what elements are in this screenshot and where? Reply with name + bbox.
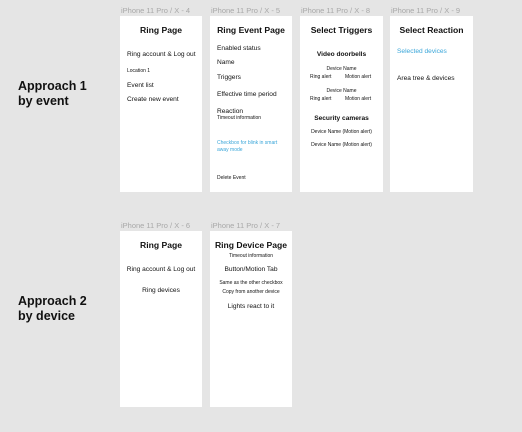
page-title: Ring Event Page <box>217 25 285 35</box>
approach-1-label: Approach 1 by event <box>18 79 118 109</box>
approach-2-line1: Approach 2 <box>18 294 87 308</box>
frame-ring-device-page-x7[interactable]: Ring Device Page Timeout information But… <box>210 231 292 407</box>
area-tree-item[interactable]: Area tree & devices <box>397 75 455 82</box>
page-title: Ring Device Page <box>214 240 288 250</box>
frame-label-x6[interactable]: iPhone 11 Pro / X - 6 <box>121 221 190 230</box>
frame-ring-page-x6[interactable]: Ring Page Ring account & Log out Ring de… <box>120 231 202 407</box>
effective-time-item[interactable]: Effective time period <box>217 91 277 98</box>
ring-account-item[interactable]: Ring account & Log out <box>120 266 202 273</box>
timeout-info-item: Timeout information <box>217 115 261 121</box>
approach-1-line1: Approach 1 <box>18 79 87 93</box>
same-checkbox-note[interactable]: Same as the other checkbox <box>210 280 292 286</box>
security-cameras-heading: Security cameras <box>314 115 369 122</box>
doorbell-1-ring-alert[interactable]: Ring alert <box>310 74 331 80</box>
triggers-item[interactable]: Triggers <box>217 74 241 81</box>
approach-1-line2: by event <box>18 94 69 108</box>
frame-label-x9[interactable]: iPhone 11 Pro / X - 9 <box>391 6 460 15</box>
page-title: Ring Page <box>139 240 183 250</box>
timeout-info-item: Timeout information <box>229 253 273 259</box>
enabled-status-item[interactable]: Enabled status <box>217 45 261 52</box>
event-list-item[interactable]: Event list <box>127 82 154 89</box>
doorbell-2-ring-alert[interactable]: Ring alert <box>310 96 331 102</box>
page-title: Select Reaction <box>399 25 464 35</box>
delete-event-button[interactable]: Delete Event <box>217 175 246 181</box>
doorbell-1-name: Device Name <box>326 66 357 72</box>
frame-label-x5[interactable]: iPhone 11 Pro / X - 5 <box>211 6 280 15</box>
approach-2-line2: by device <box>18 309 75 323</box>
camera-2-item[interactable]: Device Name (Motion alert) <box>300 142 383 148</box>
doorbell-2-name: Device Name <box>326 88 357 94</box>
camera-1-item[interactable]: Device Name (Motion alert) <box>300 129 383 135</box>
frame-label-x7[interactable]: iPhone 11 Pro / X - 7 <box>211 221 280 230</box>
page-title: Ring Page <box>139 25 183 35</box>
frame-label-x4[interactable]: iPhone 11 Pro / X - 4 <box>121 6 190 15</box>
location-item[interactable]: Location 1 <box>127 68 150 74</box>
blink-checkbox-note[interactable]: Checkbox for blink in smart away mode <box>217 140 287 154</box>
doorbell-1-motion-alert[interactable]: Motion alert <box>345 74 371 80</box>
ring-devices-item[interactable]: Ring devices <box>120 287 202 294</box>
ring-account-item[interactable]: Ring account & Log out <box>127 51 196 58</box>
frame-label-x8[interactable]: iPhone 11 Pro / X - 8 <box>301 6 370 15</box>
copy-device-note[interactable]: Copy from another device <box>210 289 292 295</box>
create-event-item[interactable]: Create new event <box>127 96 179 103</box>
reaction-item[interactable]: Reaction <box>217 108 243 115</box>
video-doorbells-heading: Video doorbells <box>316 51 367 58</box>
frame-ring-page-x4[interactable]: Ring Page Ring account & Log out Locatio… <box>120 16 202 192</box>
doorbell-2-motion-alert[interactable]: Motion alert <box>345 96 371 102</box>
frame-select-triggers-x8[interactable]: Select Triggers Video doorbells Device N… <box>300 16 383 192</box>
frame-ring-event-page-x5[interactable]: Ring Event Page Enabled status Name Trig… <box>210 16 292 192</box>
frame-select-reaction-x9[interactable]: Select Reaction Selected devices Area tr… <box>390 16 473 192</box>
page-title: Select Triggers <box>310 25 373 35</box>
approach-2-label: Approach 2 by device <box>18 294 118 324</box>
lights-react-item[interactable]: Lights react to it <box>210 303 292 310</box>
selected-devices-item[interactable]: Selected devices <box>397 48 447 55</box>
name-item[interactable]: Name <box>217 59 235 66</box>
button-motion-tab[interactable]: Button/Motion Tab <box>210 266 292 273</box>
